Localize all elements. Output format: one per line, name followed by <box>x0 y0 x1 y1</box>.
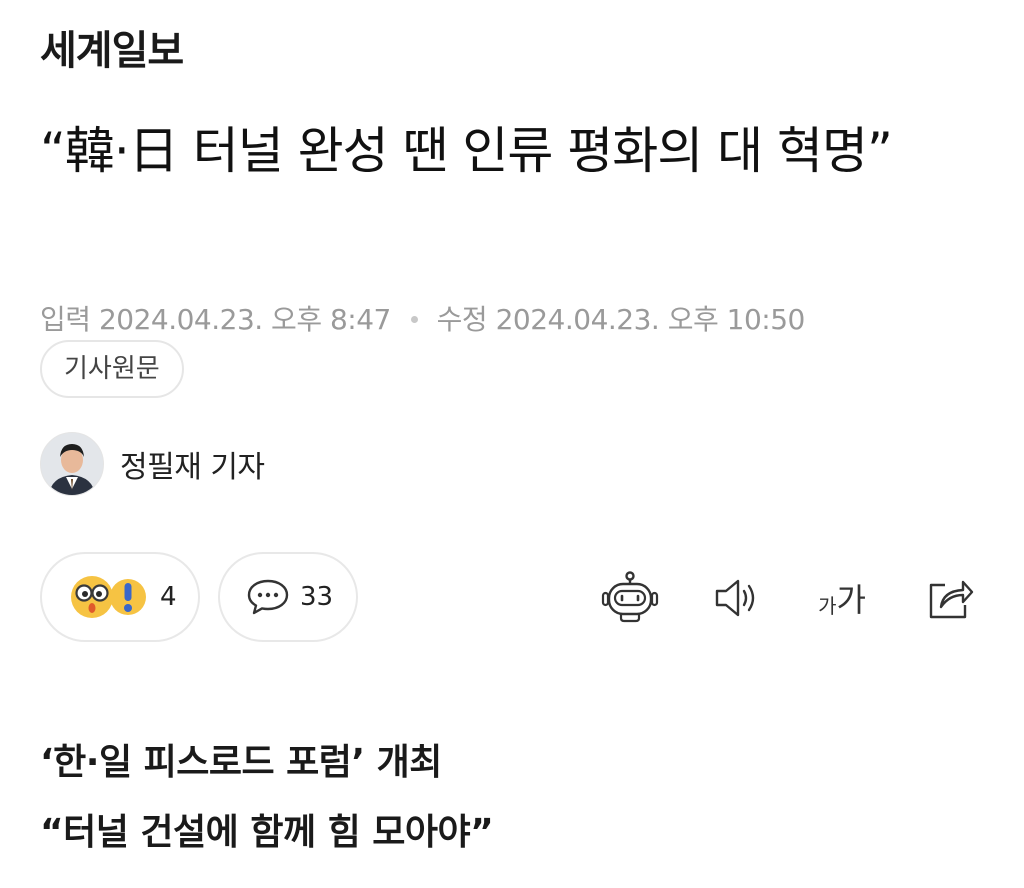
modified-date: 2024.04.23. 오후 10:50 <box>495 303 806 336</box>
reaction-button[interactable]: 4 <box>40 552 200 642</box>
comments-button[interactable]: 33 <box>218 552 358 642</box>
comment-bubble-icon <box>247 579 289 615</box>
font-big-label: 가 <box>836 581 866 619</box>
published-label: 입력 <box>40 303 91 336</box>
author-name[interactable]: 정필재 기자 <box>120 442 265 486</box>
author-avatar[interactable] <box>40 432 104 496</box>
share-button[interactable] <box>920 570 980 626</box>
article-meta: 입력 2024.04.23. 오후 8:47 수정 2024.04.23. 오후… <box>40 298 805 338</box>
article-subheadings: ‘한·일 피스로드 포럼’ 개최 “터널 건설에 함께 힘 모아야” <box>40 728 494 868</box>
surprised-emoji-icon <box>71 576 146 618</box>
meta-separator-dot <box>411 315 419 323</box>
published-date: 2024.04.23. 오후 8:47 <box>98 303 391 336</box>
original-article-button[interactable]: 기사원문 <box>40 340 184 398</box>
font-size-button[interactable]: 가 가 <box>812 570 872 626</box>
text-to-speech-button[interactable] <box>708 570 768 626</box>
article-headline: “韓·日 터널 완성 땐 인류 평화의 대 혁명” <box>40 122 893 180</box>
speaker-icon <box>715 579 755 617</box>
author-byline[interactable]: 정필재 기자 <box>40 432 265 496</box>
share-icon <box>929 580 974 619</box>
author-photo-icon <box>41 433 103 495</box>
article-page: 세계일보 “韓·日 터널 완성 땐 인류 평화의 대 혁명” 입력 2024.0… <box>40 0 990 888</box>
publisher-logo[interactable]: 세계일보 <box>40 18 184 76</box>
ai-summary-button[interactable] <box>600 570 660 626</box>
reaction-count: 4 <box>160 582 177 612</box>
modified-label: 수정 <box>436 303 488 336</box>
subheading-line: ‘한·일 피스로드 포럼’ 개최 <box>40 742 442 783</box>
robot-summary-icon <box>601 571 659 623</box>
comment-count: 33 <box>300 582 334 612</box>
subheading-line: “터널 건설에 함께 힘 모아야” <box>40 812 494 853</box>
font-small-label: 가 <box>818 593 837 618</box>
